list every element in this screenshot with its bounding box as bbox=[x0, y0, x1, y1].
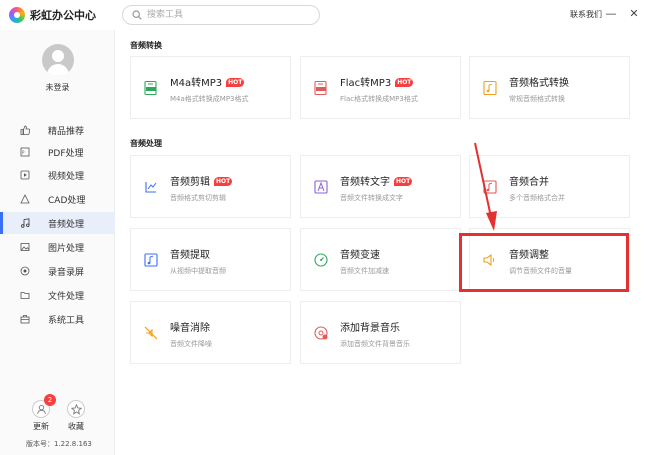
login-status[interactable]: 未登录 bbox=[0, 82, 115, 93]
card-desc: 音频格式剪切剪辑 bbox=[170, 194, 226, 202]
card-title: 音频合并 bbox=[509, 177, 549, 188]
update-user-icon bbox=[37, 404, 46, 414]
card-audio-cut[interactable]: 音频剪辑 HOT 音频格式剪切剪辑 bbox=[130, 155, 291, 218]
toolbox-icon bbox=[20, 315, 30, 324]
card-desc: M4a格式转换成MP3格式 bbox=[170, 95, 249, 103]
audio-cut-icon bbox=[145, 182, 157, 193]
image-icon bbox=[20, 243, 30, 251]
update-button[interactable]: 2 更新 bbox=[29, 394, 56, 432]
red-highlight-box bbox=[459, 233, 629, 292]
rainbow-logo-icon bbox=[9, 7, 25, 23]
sidebar-item-cad[interactable]: CAD处理 bbox=[0, 188, 115, 210]
card-desc: 从视频中提取音频 bbox=[170, 267, 226, 275]
sidebar-item-image[interactable]: 图片处理 bbox=[0, 236, 115, 258]
record-icon bbox=[20, 266, 30, 276]
card-m4a-to-mp3[interactable]: M4a转MP3 HOT M4a格式转换成MP3格式 bbox=[130, 56, 291, 119]
music-note-icon bbox=[21, 218, 30, 228]
star-icon bbox=[71, 404, 82, 415]
audio-extract-icon bbox=[144, 253, 158, 267]
favorite-label: 收藏 bbox=[68, 422, 84, 431]
sidebar-item-label: 图片处理 bbox=[48, 244, 85, 254]
card-title: 噪音消除 bbox=[170, 323, 210, 334]
minimize-button[interactable]: — bbox=[603, 6, 619, 22]
folder-icon bbox=[20, 292, 30, 299]
title-bar: 彩虹办公中心 联系我们 — ✕ bbox=[0, 0, 650, 30]
sidebar-item-video[interactable]: 视频处理 bbox=[0, 164, 115, 186]
card-audio-speed[interactable]: 音频变速 音频文件加减速 bbox=[300, 228, 461, 291]
svg-text:P: P bbox=[22, 150, 25, 155]
card-audio-format-convert[interactable]: 音频格式转换 常规音频格式转换 bbox=[469, 56, 630, 119]
card-add-bg-music[interactable]: 添加背景音乐 添加音频文件背景音乐 bbox=[300, 301, 461, 364]
update-badge: 2 bbox=[44, 394, 56, 406]
sidebar-item-file[interactable]: 文件处理 bbox=[0, 284, 115, 306]
hot-badge: HOT bbox=[226, 78, 245, 87]
sidebar: 未登录 精品推荐 P PDF处理 视频处理 CAD处理 音频处理 图片处理 录音… bbox=[0, 30, 115, 455]
card-noise-remove[interactable]: 噪音消除 音频文件降噪 bbox=[130, 301, 291, 364]
card-title: M4a转MP3 HOT bbox=[170, 78, 245, 89]
card-title: 音频变速 bbox=[340, 250, 380, 261]
card-audio-to-text[interactable]: 音频转文字 HOT 音频文件转换成文字 bbox=[300, 155, 461, 218]
card-desc: 添加音频文件背景音乐 bbox=[340, 340, 410, 348]
sidebar-item-audio[interactable]: 音频处理 bbox=[0, 212, 115, 234]
contact-us-link[interactable]: 联系我们 bbox=[570, 9, 602, 20]
sidebar-item-label: CAD处理 bbox=[48, 196, 86, 206]
sidebar-item-label: 录音录屏 bbox=[48, 268, 85, 278]
search-box[interactable] bbox=[122, 5, 320, 25]
flac-convert-icon bbox=[314, 80, 327, 96]
card-desc: 音频文件降噪 bbox=[170, 340, 212, 348]
update-label: 更新 bbox=[33, 422, 49, 431]
avatar[interactable] bbox=[42, 44, 74, 76]
card-title: 音频转文字 HOT bbox=[340, 177, 413, 188]
sidebar-item-system-tools[interactable]: 系统工具 bbox=[0, 308, 115, 330]
sidebar-item-label: PDF处理 bbox=[48, 149, 84, 159]
noise-remove-icon bbox=[144, 326, 158, 340]
red-arrow-annotation bbox=[474, 142, 497, 231]
cad-icon bbox=[20, 194, 30, 204]
version-text: 版本号：1.22.8.163 bbox=[26, 440, 92, 448]
close-button[interactable]: ✕ bbox=[626, 6, 642, 22]
card-title: 音频格式转换 bbox=[509, 78, 569, 89]
card-title: Flac转MP3 HOT bbox=[340, 78, 414, 89]
sidebar-item-record[interactable]: 录音录屏 bbox=[0, 260, 115, 282]
favorite-button[interactable]: 收藏 bbox=[64, 400, 88, 432]
audio-speed-icon bbox=[314, 253, 328, 267]
audio-format-icon bbox=[483, 80, 497, 96]
sidebar-item-pdf[interactable]: P PDF处理 bbox=[0, 141, 115, 163]
search-icon bbox=[132, 10, 142, 20]
card-audio-extract[interactable]: 音频提取 从视频中提取音频 bbox=[130, 228, 291, 291]
search-input[interactable] bbox=[147, 8, 312, 22]
card-desc: 音频文件转换成文字 bbox=[340, 194, 403, 202]
hot-badge: HOT bbox=[395, 78, 414, 87]
card-desc: Flac格式转换成MP3格式 bbox=[340, 95, 418, 103]
card-desc: 常规音频格式转换 bbox=[509, 95, 565, 103]
card-desc: 音频文件加减速 bbox=[340, 267, 389, 275]
m4a-convert-icon bbox=[144, 80, 157, 96]
video-icon bbox=[20, 170, 30, 180]
sidebar-item-label: 音频处理 bbox=[48, 220, 85, 230]
pdf-icon: P bbox=[20, 147, 30, 157]
app-title: 彩虹办公中心 bbox=[30, 9, 96, 22]
hot-badge: HOT bbox=[214, 177, 233, 186]
card-flac-to-mp3[interactable]: Flac转MP3 HOT Flac格式转换成MP3格式 bbox=[300, 56, 461, 119]
card-title: 添加背景音乐 bbox=[340, 323, 400, 334]
sidebar-item-label: 视频处理 bbox=[48, 172, 85, 182]
thumbs-up-icon bbox=[20, 125, 30, 135]
card-title: 音频剪辑 HOT bbox=[170, 177, 233, 188]
audio-to-text-icon bbox=[314, 180, 328, 194]
bg-music-icon bbox=[314, 326, 328, 340]
card-desc: 多个音频格式合并 bbox=[509, 194, 565, 202]
hot-badge: HOT bbox=[394, 177, 413, 186]
sidebar-item-recommended[interactable]: 精品推荐 bbox=[0, 119, 115, 141]
sidebar-item-label: 精品推荐 bbox=[48, 127, 85, 137]
sidebar-item-label: 系统工具 bbox=[48, 316, 85, 326]
sidebar-item-label: 文件处理 bbox=[48, 292, 85, 302]
section-title-audio-process: 音频处理 bbox=[130, 139, 162, 148]
card-title: 音频提取 bbox=[170, 250, 210, 261]
section-title-audio-convert: 音频转换 bbox=[130, 41, 162, 50]
